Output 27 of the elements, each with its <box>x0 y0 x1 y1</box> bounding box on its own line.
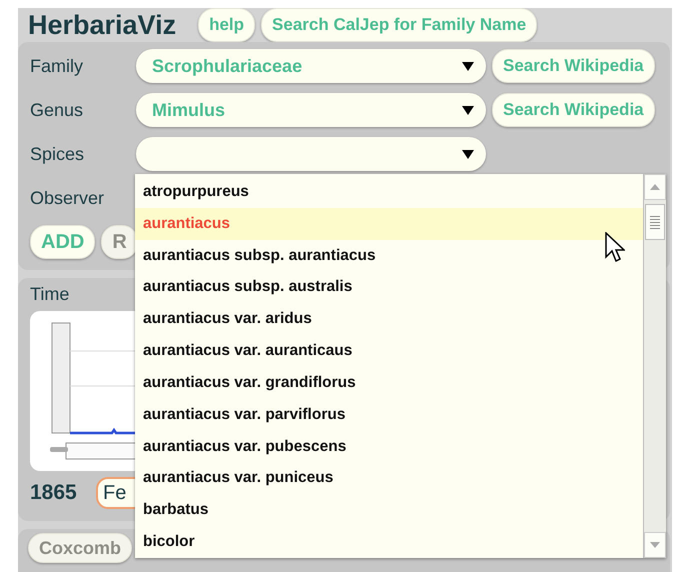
dropdown-option[interactable]: aurantiacus var. aridus <box>135 303 643 336</box>
dropdown-option[interactable]: aurantiacus var. grandiflorus <box>135 366 643 399</box>
field-label: Family <box>29 56 84 76</box>
scroll-up-icon[interactable] <box>650 184 660 190</box>
dropdown-option[interactable]: aurantiacus subsp. australis <box>135 271 643 304</box>
dropdown-option[interactable]: barbatus <box>135 494 643 526</box>
dropdown-option[interactable]: aurantiacus var. auranticaus <box>135 335 643 367</box>
time-label: Time <box>29 284 70 305</box>
dropdown-option[interactable]: aurantiacus var. pubescens <box>135 430 643 462</box>
year-label: 1865 <box>29 481 78 505</box>
dropdown-option[interactable]: aurantiacus var. parviflorus <box>135 398 643 431</box>
dropdown-option[interactable]: atropurpureus <box>135 176 643 208</box>
scroll-thumb-icon[interactable] <box>650 215 660 229</box>
mouse-pointer-icon <box>605 232 625 264</box>
range-slider-handle[interactable] <box>50 447 68 452</box>
scroll-down-icon[interactable] <box>650 542 660 548</box>
dropdown-option[interactable]: aurantiacus subsp. aurantiacus <box>135 240 643 272</box>
dropdown-option[interactable]: bicolor <box>135 526 643 558</box>
scrollbar[interactable] <box>643 174 666 558</box>
dropdown-arrow-icon <box>462 106 474 114</box>
field-label: Spices <box>29 144 86 164</box>
dropdown-option[interactable]: aurantiacus var. puniceus <box>135 462 643 494</box>
app-title: HerbariaViz <box>28 10 176 40</box>
dropdown-arrow-icon <box>462 62 474 70</box>
dropdown-arrow-icon <box>462 150 474 158</box>
field-label: Genus <box>29 100 84 120</box>
field-label: Observer <box>29 188 106 208</box>
